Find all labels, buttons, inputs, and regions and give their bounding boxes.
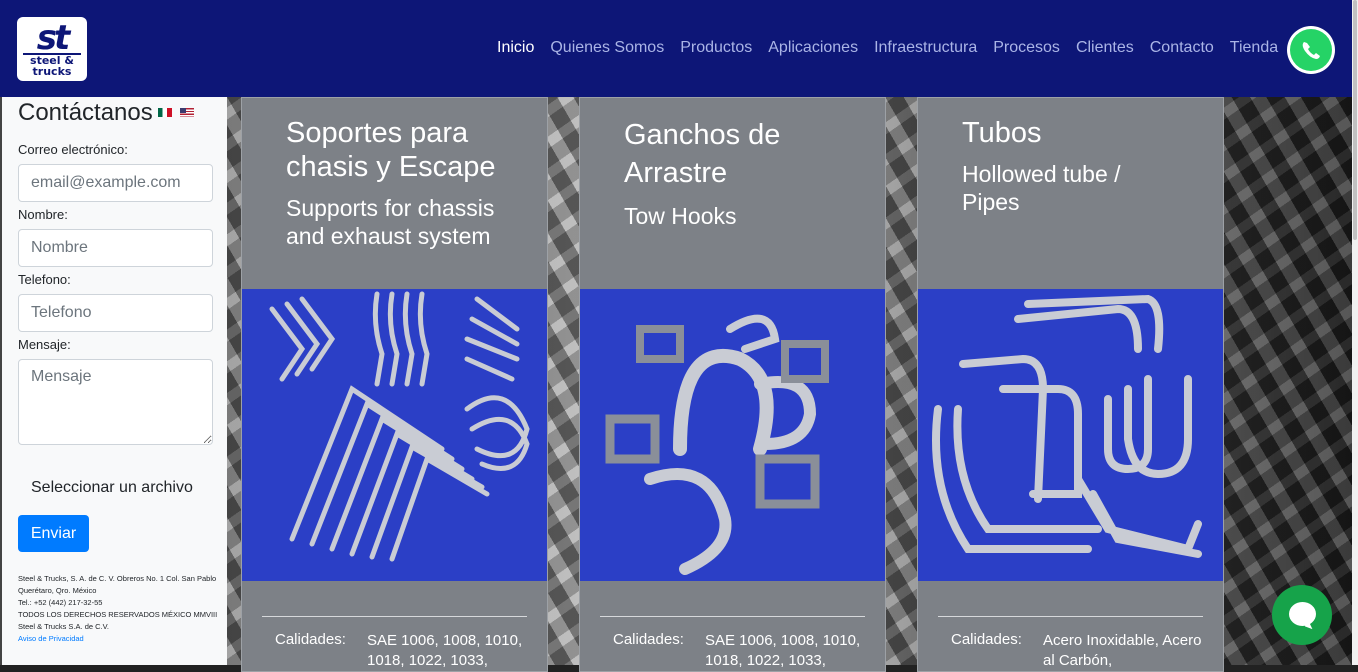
main-nav: Inicio Quienes Somos Productos Aplicacio…: [497, 39, 1294, 57]
whatsapp-icon[interactable]: [1287, 26, 1335, 74]
message-field[interactable]: [18, 359, 213, 445]
nav-aplicaciones[interactable]: Aplicaciones: [768, 39, 858, 57]
logo-text: st: [36, 18, 71, 58]
quality-label: Calidades:: [951, 631, 1022, 648]
nav-inicio[interactable]: Inicio: [497, 39, 534, 57]
card-title: Ganchos de Arrastre: [624, 119, 781, 189]
quality-label: Calidades:: [613, 631, 684, 648]
footer-rights: TODOS LOS DERECHOS RESERVADOS MÉXICO MMV…: [18, 610, 218, 631]
product-card-ganchos[interactable]: Ganchos de Arrastre Tow Hooks Calidades:…: [579, 97, 886, 672]
card-title: Tubos: [962, 117, 1042, 149]
chat-bubble-icon: [1289, 602, 1316, 626]
quality-label: Calidades:: [275, 631, 346, 648]
quality-value: SAE 1006, 1008, 1010, 1018, 1022, 1033,: [367, 632, 523, 669]
card-subtitle: Tow Hooks: [624, 203, 737, 229]
phone-field[interactable]: [18, 294, 213, 332]
quality-value: Acero Inoxidable, Acero al Carbón,: [1043, 632, 1202, 669]
phone-label: Telefono:: [18, 272, 71, 287]
card-divider: [600, 616, 865, 617]
nav-clientes[interactable]: Clientes: [1076, 39, 1134, 57]
submit-button[interactable]: Enviar: [18, 515, 89, 552]
product-image-tow-hooks[interactable]: [580, 289, 885, 581]
footer-info: Steel & Trucks, S. A. de C. V. Obreros N…: [18, 573, 218, 645]
card-title: Soportes para chasis y Escape: [286, 117, 496, 183]
nav-tienda[interactable]: Tienda: [1230, 39, 1278, 57]
contact-title: Contáctanos: [18, 99, 153, 126]
product-card-soportes[interactable]: Soportes para chasis y Escape Supports f…: [241, 97, 548, 672]
email-label: Correo electrónico:: [18, 142, 128, 157]
logo-subtext: steel & trucks: [30, 54, 74, 78]
product-image-tubes[interactable]: [918, 289, 1223, 581]
name-field[interactable]: [18, 229, 213, 267]
nav-contacto[interactable]: Contacto: [1150, 39, 1214, 57]
nav-quienes-somos[interactable]: Quienes Somos: [550, 39, 664, 57]
site-header: st steel & trucks Inicio Quienes Somos P…: [0, 0, 1352, 97]
name-label: Nombre:: [18, 207, 68, 222]
contact-sidebar: Contáctanos Correo electrónico: Nombre: …: [0, 97, 227, 665]
file-upload-button[interactable]: Seleccionar un archivo: [31, 479, 193, 497]
email-field[interactable]: [18, 164, 213, 202]
page-scrollbar[interactable]: [1352, 0, 1358, 665]
usa-flag-icon[interactable]: [180, 108, 194, 117]
card-divider: [262, 616, 527, 617]
product-card-tubos[interactable]: Tubos Hollowed tube / Pipes Calidades: A…: [917, 97, 1224, 672]
card-subtitle: Supports for chassis and exhaust system: [286, 195, 495, 249]
chat-widget-button[interactable]: [1272, 585, 1332, 645]
footer-address: Steel & Trucks, S. A. de C. V. Obreros N…: [18, 574, 217, 595]
mexico-flag-icon[interactable]: [158, 108, 172, 117]
privacy-link[interactable]: Aviso de Privacidad: [18, 633, 218, 645]
quality-value: SAE 1006, 1008, 1010, 1018, 1022, 1033,: [705, 632, 861, 669]
product-image-supports[interactable]: [242, 289, 547, 581]
footer-phone: Tel.: +52 (442) 217-32-55: [18, 598, 103, 607]
nav-procesos[interactable]: Procesos: [993, 39, 1060, 57]
message-label: Mensaje:: [18, 337, 71, 352]
brand-logo[interactable]: st steel & trucks: [17, 17, 87, 81]
card-divider: [938, 616, 1203, 617]
nav-infraestructura[interactable]: Infraestructura: [874, 39, 977, 57]
card-subtitle: Hollowed tube / Pipes: [962, 161, 1121, 215]
nav-productos[interactable]: Productos: [680, 39, 752, 57]
